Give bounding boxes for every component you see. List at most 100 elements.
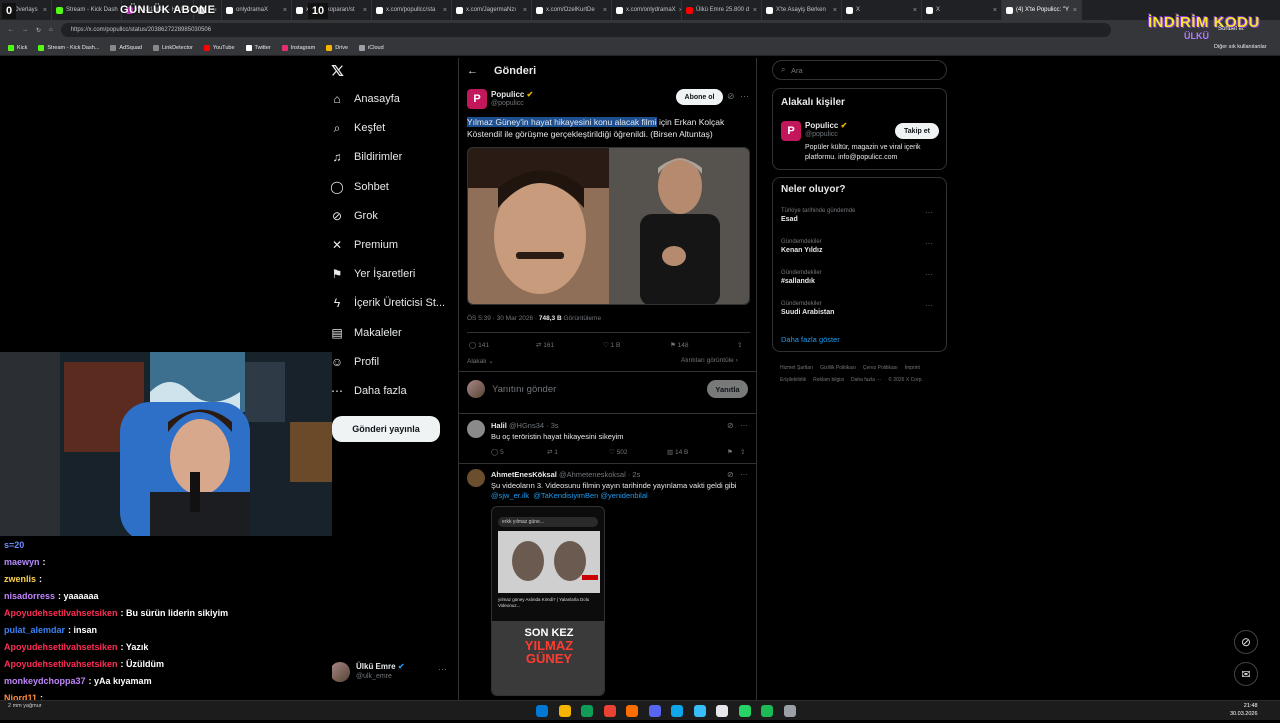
browser-tab[interactable]: X ×	[922, 0, 1002, 20]
more-icon[interactable]: ···	[925, 239, 933, 248]
more-icon[interactable]: ···	[740, 91, 749, 101]
browser-tab[interactable]: Ülkü Emre 25.800 d ×	[682, 0, 762, 20]
close-tab-icon[interactable]: ×	[603, 7, 607, 14]
trend-item[interactable]: Türkiye tarihinde gündemde Esad ···	[781, 208, 941, 223]
close-tab-icon[interactable]: ×	[753, 7, 757, 14]
reply-avatar[interactable]	[467, 420, 485, 438]
browser-tab[interactable]: X ×	[842, 0, 922, 20]
bookmark-item[interactable]: Kick	[8, 44, 27, 51]
reply-author[interactable]: Halil @HGns34 · 3s	[491, 421, 559, 430]
author-avatar[interactable]: P	[467, 89, 487, 109]
taskbar-app-icon[interactable]	[536, 705, 548, 717]
related-avatar[interactable]: P	[781, 121, 801, 141]
author-name[interactable]: Populicc ✔	[491, 90, 533, 99]
back-icon[interactable]: ←	[8, 27, 14, 33]
grok-icon[interactable]: ⊘	[727, 421, 734, 430]
nav-item-home[interactable]: ⌂ Anasayfa	[330, 92, 400, 106]
close-tab-icon[interactable]: ×	[993, 7, 997, 14]
forward-icon[interactable]: →	[22, 27, 28, 33]
post-image[interactable]	[467, 147, 750, 305]
footer-link[interactable]: © 2026 X Corp.	[888, 374, 923, 386]
grok-icon[interactable]: ⊘	[727, 91, 735, 102]
footer-link[interactable]: Gizlilik Politikası	[820, 362, 856, 374]
repost-count[interactable]: ⇄ 161	[536, 341, 554, 349]
taskbar-app-icon[interactable]	[603, 705, 616, 717]
like-count[interactable]: ♡ 1 B	[603, 341, 620, 349]
reply-reply-count[interactable]: ◯ 5	[491, 448, 504, 456]
post-publish-button[interactable]: Gönderi yayınla	[332, 416, 440, 442]
nav-item-article[interactable]: ▤ Makaleler	[330, 326, 401, 340]
browser-tab[interactable]: x.com/popullcc/sta ×	[372, 0, 452, 20]
browser-tab[interactable]: x.com/ifkoparan/st ×	[292, 0, 372, 20]
view-quotes-link[interactable]: Alıntıları görüntüle ›	[681, 357, 738, 364]
bookmark-item[interactable]: YouTube	[203, 44, 235, 51]
chat-username[interactable]: Apoyudehsetilvahsetsiken	[4, 659, 118, 669]
reply-author[interactable]: AhmetEnesKöksal @Ahmeteneskoksal · 2s	[491, 470, 640, 479]
trend-item[interactable]: Gündemdekiler #sallandık ···	[781, 270, 941, 285]
home-icon[interactable]: ⌂	[49, 27, 53, 33]
share-icon[interactable]: ⇪	[740, 448, 745, 456]
close-tab-icon[interactable]: ×	[283, 7, 287, 14]
close-tab-icon[interactable]: ×	[833, 7, 837, 14]
trend-item[interactable]: Gündemdekiler Suudi Arabistan ···	[781, 301, 941, 316]
grok-float-icon[interactable]: ⊘	[1234, 630, 1258, 654]
bookmark-icon[interactable]: ⚑	[727, 448, 733, 456]
chat-username[interactable]: pulat_alemdar	[4, 625, 65, 635]
browser-tab[interactable]: Stream - Kick Dash×	[52, 0, 122, 20]
more-icon[interactable]: ···	[925, 208, 933, 217]
chat-username[interactable]: maewyn	[4, 557, 40, 567]
nav-item-lightning[interactable]: ϟ İçerik Üreticisi St...	[330, 296, 445, 310]
taskbar-app-icon[interactable]	[581, 705, 593, 717]
share-icon[interactable]: ⇪	[737, 341, 742, 349]
messages-float-icon[interactable]: ✉	[1234, 662, 1258, 686]
x-logo-icon[interactable]	[331, 64, 344, 77]
bookmark-item[interactable]: LinkDetector	[153, 44, 193, 51]
follow-button[interactable]: Takip et	[895, 123, 939, 139]
reply-view-count[interactable]: ▥ 14 B	[667, 448, 688, 456]
bookmark-item[interactable]: iCloud	[359, 44, 384, 51]
chat-username[interactable]: nisadorress	[4, 591, 55, 601]
more-icon[interactable]: ···	[438, 664, 447, 674]
close-tab-icon[interactable]: ×	[1073, 7, 1077, 14]
nav-item-profile[interactable]: ☺ Profil	[330, 355, 379, 369]
close-tab-icon[interactable]: ×	[43, 7, 47, 14]
browser-tab[interactable]: (4) X'te Populicc: "Y ×	[1002, 0, 1082, 20]
chat-username[interactable]: zwenlis	[4, 574, 36, 584]
nav-item-x-premium[interactable]: ✕ Premium	[330, 238, 398, 252]
other-bookmarks[interactable]: Diğer sık kullanılanlar	[1214, 44, 1267, 50]
bookmark-item[interactable]: Twitter	[245, 44, 271, 51]
taskbar-app-icon[interactable]	[738, 705, 751, 717]
nav-item-more[interactable]: ⋯ Daha fazla	[330, 384, 407, 398]
clock[interactable]: 21:48 30.03.2026	[1230, 702, 1258, 718]
close-tab-icon[interactable]: ×	[363, 7, 367, 14]
footer-link[interactable]: İmprint	[905, 362, 920, 374]
taskbar-app-icon[interactable]	[693, 705, 706, 717]
chat-username[interactable]: s=20	[4, 540, 24, 550]
taskbar-app-icon[interactable]	[761, 705, 773, 717]
footer-link[interactable]: Erişilebilirlik	[780, 374, 806, 386]
more-icon[interactable]: ···	[740, 421, 748, 430]
chat-username[interactable]: monkeydchoppa37	[4, 676, 86, 686]
nav-item-bookmark[interactable]: ⚑ Yer İşaretleri	[330, 267, 416, 281]
browser-tab[interactable]: x.com/JagermaNzı ×	[452, 0, 532, 20]
bookmark-item[interactable]: Drive	[326, 44, 348, 51]
taskbar-app-icon[interactable]	[716, 705, 728, 717]
bookmark-item[interactable]: AdSquad	[110, 44, 142, 51]
taskbar-app-icon[interactable]	[648, 705, 661, 717]
taskbar-app-icon[interactable]	[671, 705, 683, 717]
more-icon[interactable]: ···	[925, 301, 933, 310]
taskbar-app-icon[interactable]	[783, 705, 796, 717]
reply-repost-count[interactable]: ⇄ 1	[547, 448, 558, 456]
bookmark-item[interactable]: Instagram	[281, 44, 315, 51]
footer-link[interactable]: Reklam bilgisi	[813, 374, 844, 386]
footer-link[interactable]: Hizmet Şartları	[780, 362, 813, 374]
reply-avatar[interactable]	[467, 469, 485, 487]
related-handle[interactable]: @populicc	[805, 131, 838, 138]
reply-input[interactable]: Yanıtını gönder	[492, 384, 556, 395]
more-icon[interactable]: ···	[740, 470, 748, 479]
nav-item-grok[interactable]: ⊘ Grok	[330, 209, 378, 223]
grok-icon[interactable]: ⊘	[727, 470, 734, 479]
more-icon[interactable]: ···	[925, 270, 933, 279]
reply-media[interactable]: erkk yılmaz güne... yılmaz güney Aslında…	[491, 506, 605, 696]
chat-username[interactable]: Apoyudehsetilvahsetsiken	[4, 642, 118, 652]
